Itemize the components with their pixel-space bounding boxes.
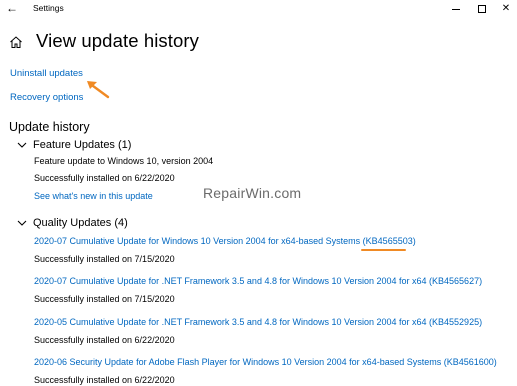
close-button[interactable]: ✕: [494, 0, 517, 17]
quality-update-link[interactable]: 2020-06 Security Update for Adobe Flash …: [34, 357, 497, 367]
maximize-icon: [478, 4, 486, 13]
feature-updates-label: Feature Updates (1): [33, 139, 132, 151]
minimize-icon: [452, 8, 460, 10]
quality-update-link[interactable]: 2020-05 Cumulative Update for .NET Frame…: [34, 317, 482, 327]
settings-window: ← Settings ✕ View update history Uninsta…: [0, 0, 517, 386]
quality-update-status: Successfully installed on 6/22/2020: [34, 335, 175, 345]
quality-updates-label: Quality Updates (4): [33, 217, 128, 229]
feature-updates-toggle[interactable]: Feature Updates (1): [17, 137, 131, 153]
title-bar: ← Settings ✕: [0, 0, 517, 17]
quality-update-status: Successfully installed on 6/22/2020: [34, 375, 175, 385]
whats-new-link[interactable]: See what's new in this update: [34, 191, 153, 201]
watermark: RepairWin.com: [203, 185, 302, 201]
feature-update-name: Feature update to Windows 10, version 20…: [34, 156, 214, 166]
uninstall-updates-link[interactable]: Uninstall updates: [10, 68, 83, 79]
minimize-button[interactable]: [444, 0, 468, 17]
chevron-down-icon: [17, 142, 27, 148]
window-title: Settings: [33, 3, 64, 13]
quality-update-status: Successfully installed on 7/15/2020: [34, 294, 175, 304]
home-icon[interactable]: [9, 35, 23, 49]
update-history-heading: Update history: [9, 120, 90, 134]
quality-update-link[interactable]: 2020-07 Cumulative Update for Windows 10…: [34, 236, 416, 246]
annotation-underline: [361, 249, 406, 251]
maximize-button[interactable]: [470, 0, 494, 17]
annotation-arrow-icon: [87, 81, 110, 99]
feature-update-status: Successfully installed on 6/22/2020: [34, 173, 175, 183]
back-arrow-icon[interactable]: ←: [5, 1, 19, 15]
quality-updates-toggle[interactable]: Quality Updates (4): [17, 215, 128, 231]
quality-update-status: Successfully installed on 7/15/2020: [34, 254, 175, 264]
quality-update-link[interactable]: 2020-07 Cumulative Update for .NET Frame…: [34, 276, 482, 286]
page-title: View update history: [36, 30, 200, 51]
recovery-options-link[interactable]: Recovery options: [10, 92, 83, 103]
chevron-down-icon: [17, 220, 27, 226]
